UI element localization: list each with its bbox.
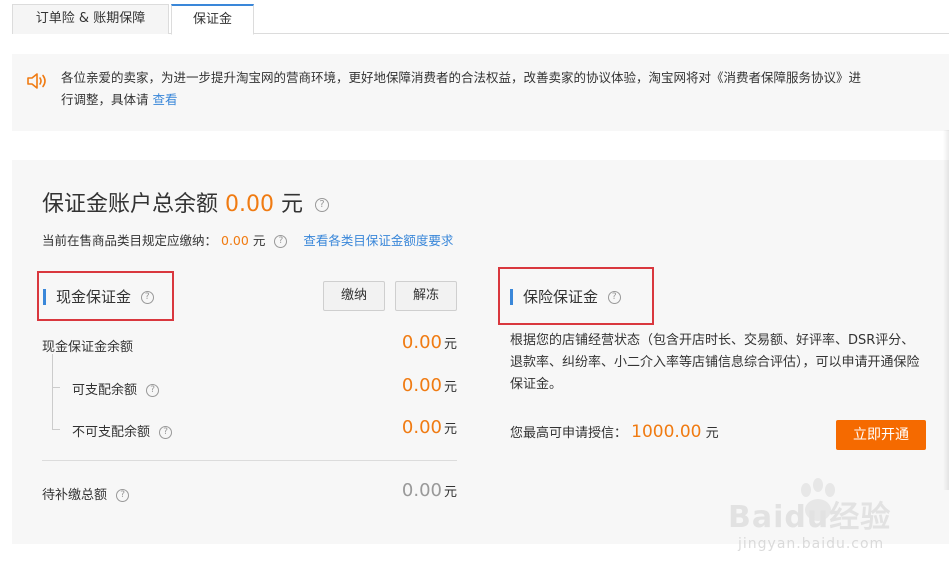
available-label: 可支配余额 [72,383,138,398]
account-total: 保证金账户总余额 0.00 元 ? [42,186,330,218]
required-amount: 0.00 [221,233,249,248]
notice-text: 各位亲爱的卖家，为进一步提升淘宝网的营商环境，更好地保障消费者的合法权益，改善卖… [61,67,861,111]
unit: 元 [443,380,457,395]
credit-label: 您最高可申请授信： [510,426,628,441]
notice-banner: 各位亲爱的卖家，为进一步提升淘宝网的营商环境，更好地保障消费者的合法权益，改善卖… [12,54,949,131]
credit-amount: 1000.00 [631,422,702,442]
cash-balance-value: 0.00 元 [402,332,457,353]
help-icon[interactable]: ? [315,198,330,212]
unavailable-value: 0.00 元 [402,417,457,438]
cash-title: 现金保证金 [56,288,132,306]
speaker-icon [27,73,46,89]
account-total-unit: 元 [281,192,304,217]
required-line: 当前在售商品类目规定应缴纳： 0.00 元 ? 查看各类目保证金额度要求 [42,230,453,249]
required-unit: 元 [252,233,266,248]
unit: 元 [443,485,457,500]
watermark-url: jingyan.baidu.com [738,536,885,552]
available-row: 可支配余额 ? [72,379,160,398]
thaw-button[interactable]: 解冻 [395,281,457,311]
tab-order-insurance[interactable]: 订单险 & 账期保障 [12,4,169,34]
pending-row: 待补缴总额 ? [42,484,130,503]
pending-value: 0.00 元 [402,480,457,501]
help-icon[interactable]: ? [146,384,160,397]
help-icon[interactable]: ? [116,489,130,502]
unavailable-label: 不可支配余额 [72,425,151,440]
unit: 元 [443,422,457,437]
required-label: 当前在售商品类目规定应缴纳： [42,233,218,248]
available-value: 0.00 元 [402,375,457,396]
help-icon[interactable]: ? [274,235,288,248]
pending-label: 待补缴总额 [42,488,108,503]
tab-deposit[interactable]: 保证金 [171,4,254,35]
unavailable-amount: 0.00 [401,417,442,438]
account-total-label: 保证金账户总余额 [42,192,219,217]
unit: 元 [443,337,457,352]
account-total-amount: 0.00 [225,192,274,217]
cash-details: 现金保证金余额 0.00 元 可支配余额 ? 0.00 元 不可支配余额 ? 0.0… [42,330,457,530]
cash-balance-label: 现金保证金余额 [42,340,134,355]
insurance-description: 根据您的店铺经营状态（包含开店时长、交易额、好评率、DSR评分、退款率、纠纷率、… [510,333,920,392]
credit-unit: 元 [705,426,719,441]
requirements-link[interactable]: 查看各类目保证金额度要求 [303,233,453,248]
help-icon[interactable]: ? [159,426,173,439]
credit-line: 您最高可申请授信： 1000.00 元 [510,422,719,442]
divider [42,460,457,461]
cash-balance-amount: 0.00 [401,332,442,353]
pending-amount: 0.00 [401,480,442,501]
tab-bar: 订单险 & 账期保障 保证金 [12,4,949,35]
watermark-logo: Baidu经验 [728,500,892,535]
tree-line [52,354,53,430]
available-amount: 0.00 [401,375,442,396]
help-icon[interactable]: ? [140,291,154,304]
notice-view-link[interactable]: 查看 [153,92,178,107]
insurance-title: 保险保证金 [523,288,599,306]
tree-branch [52,429,60,430]
unavailable-row: 不可支配余额 ? [72,421,173,440]
open-now-button[interactable]: 立即开通 [836,420,926,450]
notice-message: 各位亲爱的卖家，为进一步提升淘宝网的营商环境，更好地保障消费者的合法权益，改善卖… [61,70,862,107]
tree-branch [52,387,60,388]
help-icon[interactable]: ? [607,291,621,304]
pay-button[interactable]: 缴纳 [323,281,385,311]
cash-section-title: 现金保证金 ? [43,289,154,305]
scroll-edge-shadow [943,130,949,490]
watermark: Baidu经验 jingyan.baidu.com [728,478,948,573]
insurance-section-title: 保险保证金 ? [510,289,621,305]
